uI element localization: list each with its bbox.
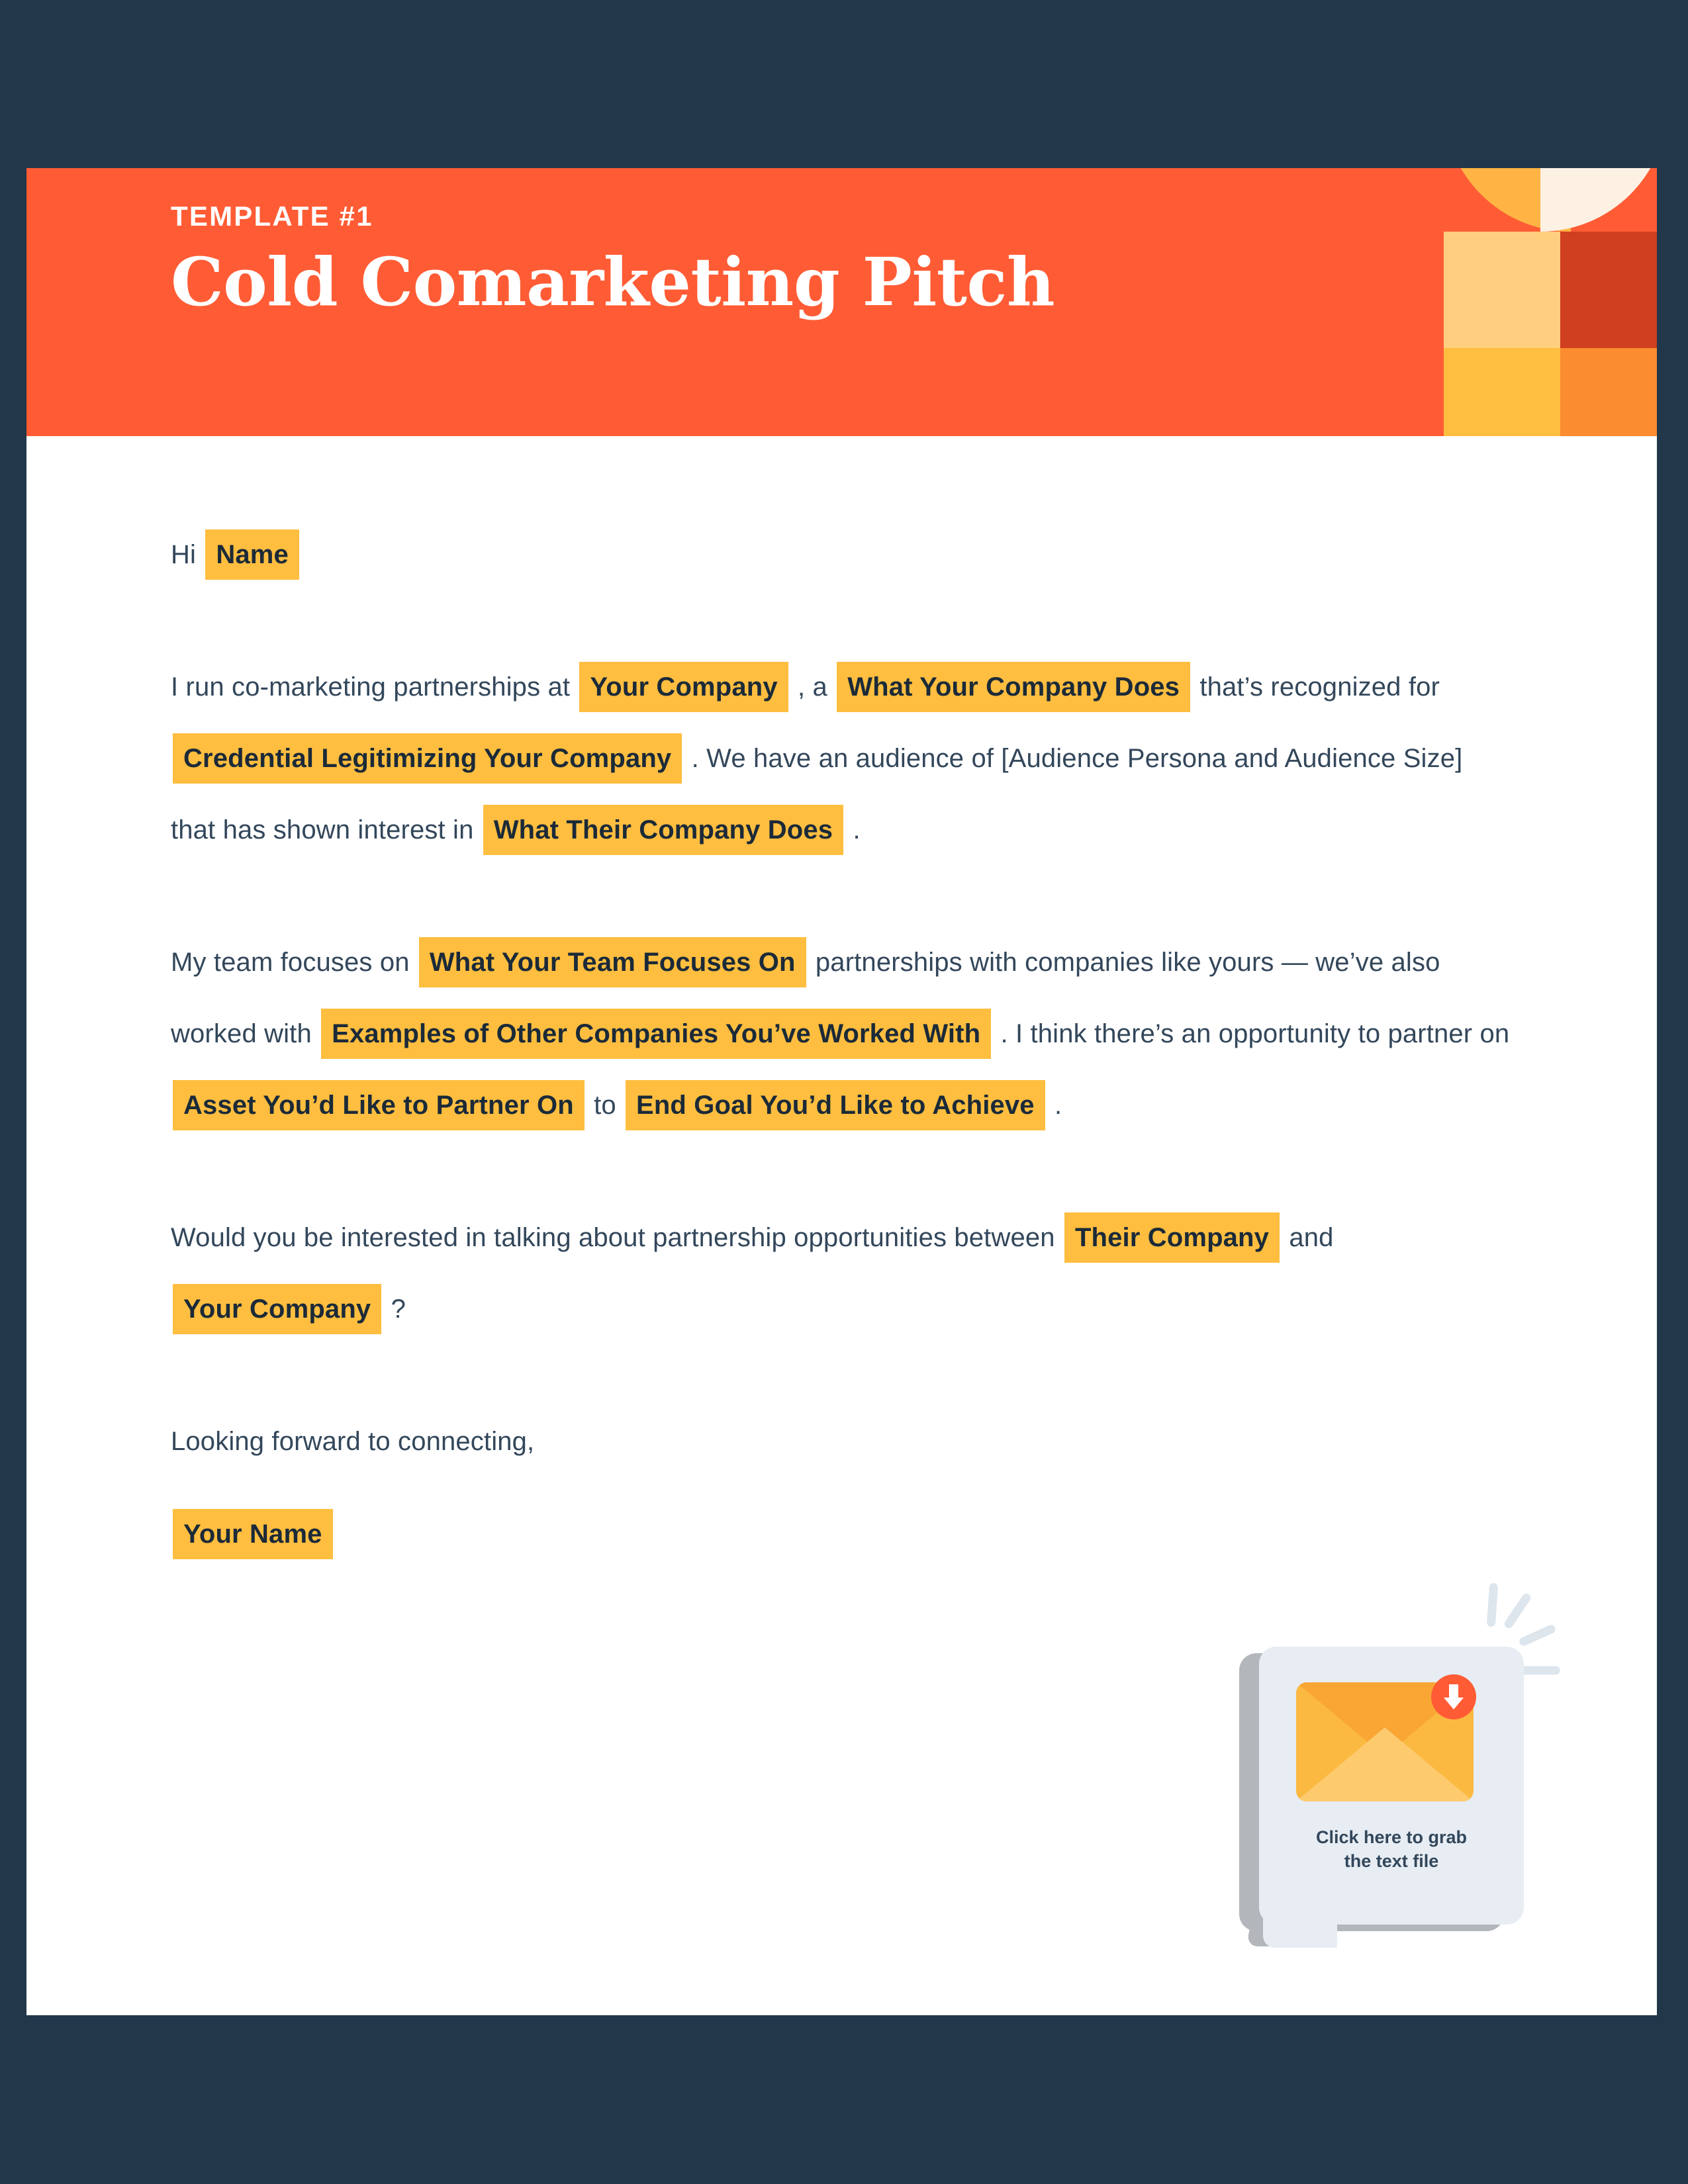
field-name[interactable]: Name — [205, 529, 299, 580]
letter-body: Hi Name I run co-marketing partnerships … — [26, 436, 1657, 1570]
p2-text-4: to — [594, 1091, 616, 1120]
greeting-line: Hi Name — [26, 519, 1657, 590]
field-end-goal[interactable]: End Goal You’d Like to Achieve — [626, 1080, 1045, 1130]
p2-text-5: . — [1054, 1091, 1062, 1120]
deco-square-top-left — [1444, 232, 1560, 348]
p1-text-1: I run co-marketing partnerships at — [171, 672, 571, 702]
quarter-circle-right-shape — [1540, 168, 1657, 232]
field-what-your-team-focuses-on[interactable]: What Your Team Focuses On — [418, 937, 806, 987]
envelope-bottom-fold — [1296, 1727, 1474, 1801]
page-title: Cold Comarketing Pitch — [171, 243, 1055, 321]
spark-line-3 — [1518, 1623, 1557, 1647]
download-text-file-cta[interactable]: Click here to grab the text file — [1211, 1572, 1582, 1948]
header-decoration — [1424, 168, 1657, 436]
field-your-company-2[interactable]: Your Company — [173, 1284, 382, 1334]
field-their-company[interactable]: Their Company — [1064, 1212, 1280, 1263]
signature-line: Your Name — [26, 1498, 1657, 1570]
greeting-prefix: Hi — [171, 540, 197, 569]
p1-text-6: . — [853, 815, 861, 844]
download-cta-caption[interactable]: Click here to grab the text file — [1259, 1825, 1524, 1874]
template-page-card: TEMPLATE #1 Cold Comarketing Pitch Hi Na… — [26, 168, 1657, 2015]
p3-text-2: and — [1289, 1223, 1334, 1252]
p1-text-3: that’s recognized for — [1199, 672, 1440, 702]
closing-line: Looking forward to connecting, — [26, 1406, 1657, 1477]
p1-text-4: . We have an audience of [Audience Perso… — [691, 744, 1463, 773]
paragraph-1: I run co-marketing partnerships at Your … — [26, 651, 1657, 866]
download-arrow-icon[interactable] — [1431, 1674, 1476, 1719]
p3-text-3: ? — [391, 1295, 406, 1324]
arrow-head — [1444, 1698, 1464, 1709]
field-asset-to-partner-on[interactable]: Asset You’d Like to Partner On — [173, 1080, 585, 1130]
header-text-block: TEMPLATE #1 Cold Comarketing Pitch — [171, 201, 1055, 321]
p1-text-5: that has shown interest in — [171, 815, 474, 844]
download-caption-line-2: the text file — [1344, 1851, 1439, 1872]
paragraph-3: Would you be interested in talking about… — [26, 1202, 1657, 1345]
speech-bubble-tail — [1263, 1874, 1337, 1948]
closing-text: Looking forward to connecting, — [171, 1427, 535, 1456]
deco-square-top-right — [1560, 232, 1657, 348]
spark-line-2 — [1503, 1592, 1532, 1630]
field-your-company-1[interactable]: Your Company — [579, 662, 788, 712]
field-what-your-company-does[interactable]: What Your Company Does — [837, 662, 1191, 712]
arrow-stem — [1449, 1684, 1458, 1699]
spark-line-1 — [1486, 1582, 1499, 1627]
deco-square-bottom-right — [1560, 348, 1657, 436]
p2-text-3: . I think there’s an opportunity to part… — [1000, 1019, 1510, 1048]
download-caption-line-1: Click here to grab — [1315, 1827, 1468, 1847]
field-credential-legitimizing[interactable]: Credential Legitimizing Your Company — [173, 733, 682, 784]
field-what-their-company-does[interactable]: What Their Company Does — [483, 805, 844, 855]
p1-text-2: , a — [798, 672, 827, 702]
p3-text-1: Would you be interested in talking about… — [171, 1223, 1055, 1252]
spark-line-4 — [1517, 1666, 1560, 1675]
template-eyebrow-label: TEMPLATE #1 — [171, 201, 373, 232]
deco-square-bottom-left — [1444, 348, 1560, 436]
p2-text-1: My team focuses on — [171, 948, 410, 977]
field-examples-other-companies[interactable]: Examples of Other Companies You’ve Worke… — [321, 1009, 992, 1059]
page-header-band: TEMPLATE #1 Cold Comarketing Pitch — [26, 168, 1657, 436]
paragraph-2: My team focuses on What Your Team Focuse… — [26, 927, 1657, 1141]
field-your-name[interactable]: Your Name — [173, 1509, 333, 1559]
